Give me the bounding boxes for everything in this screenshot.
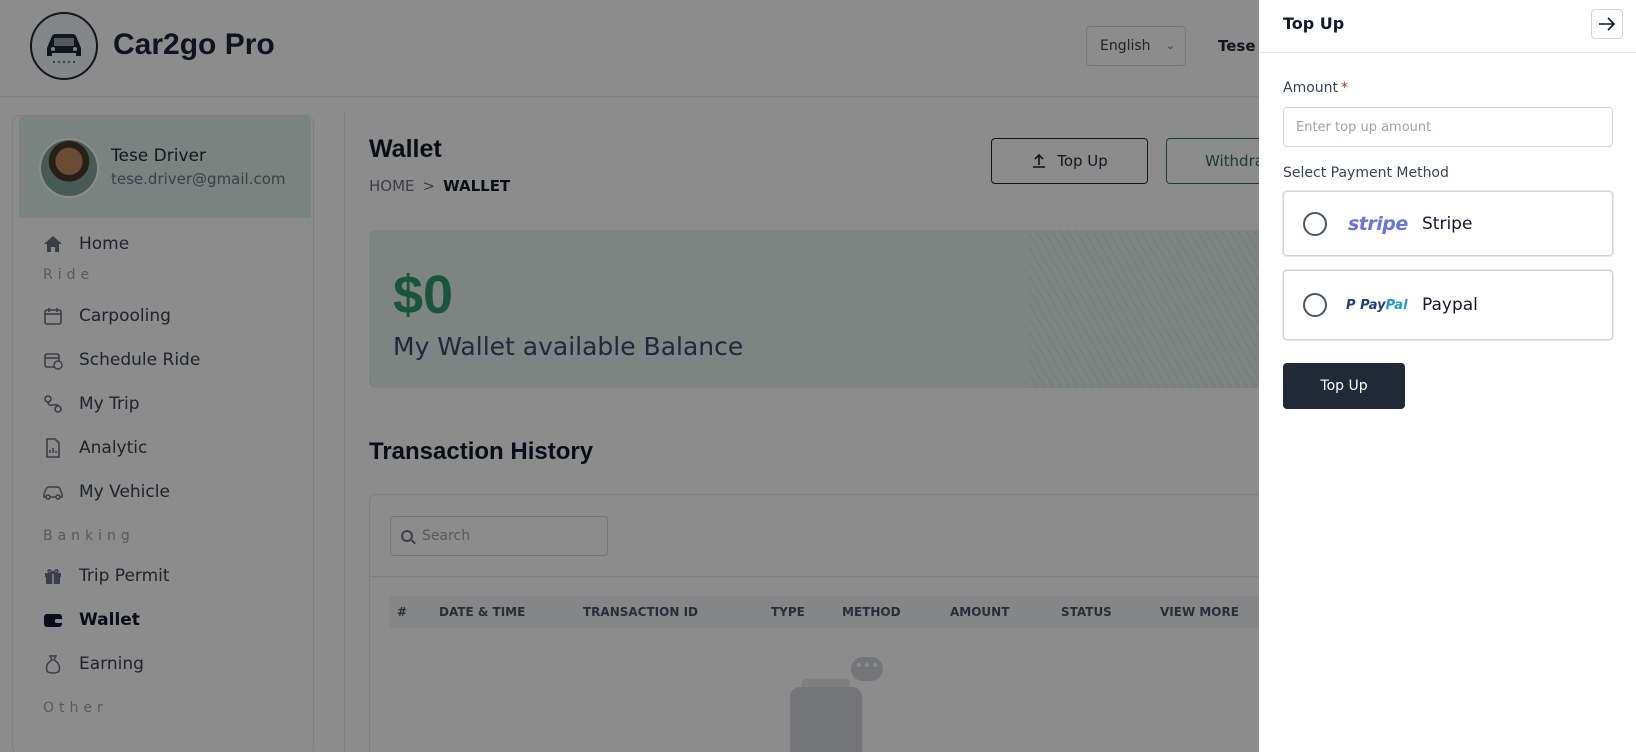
close-drawer-button[interactable]	[1591, 9, 1623, 39]
payment-method-name: Paypal	[1422, 295, 1478, 315]
amount-input[interactable]	[1283, 107, 1613, 147]
required-mark: *	[1341, 80, 1349, 96]
radio-button[interactable]	[1303, 293, 1327, 317]
amount-label-text: Amount	[1283, 80, 1339, 96]
top-up-drawer: Top Up Amount* Select Payment Method str…	[1259, 0, 1636, 752]
drawer-title: Top Up	[1283, 14, 1345, 33]
paypal-logo: P PayPal	[1346, 297, 1408, 313]
top-up-submit-button[interactable]: Top Up	[1283, 363, 1405, 409]
arrow-right-icon	[1598, 17, 1616, 31]
payment-option-stripe[interactable]: stripe Stripe	[1283, 191, 1613, 256]
stripe-logo: stripe	[1348, 212, 1408, 235]
payment-method-label: Select Payment Method	[1283, 165, 1449, 181]
radio-button[interactable]	[1303, 211, 1327, 236]
payment-option-paypal[interactable]: P PayPal Paypal	[1283, 270, 1613, 340]
amount-label: Amount *	[1283, 80, 1348, 96]
paypal-logo-text-b: Pal	[1385, 297, 1408, 313]
divider	[1259, 52, 1636, 53]
paypal-logo-text-a: Pay	[1360, 297, 1386, 313]
payment-method-name: Stripe	[1422, 213, 1473, 234]
